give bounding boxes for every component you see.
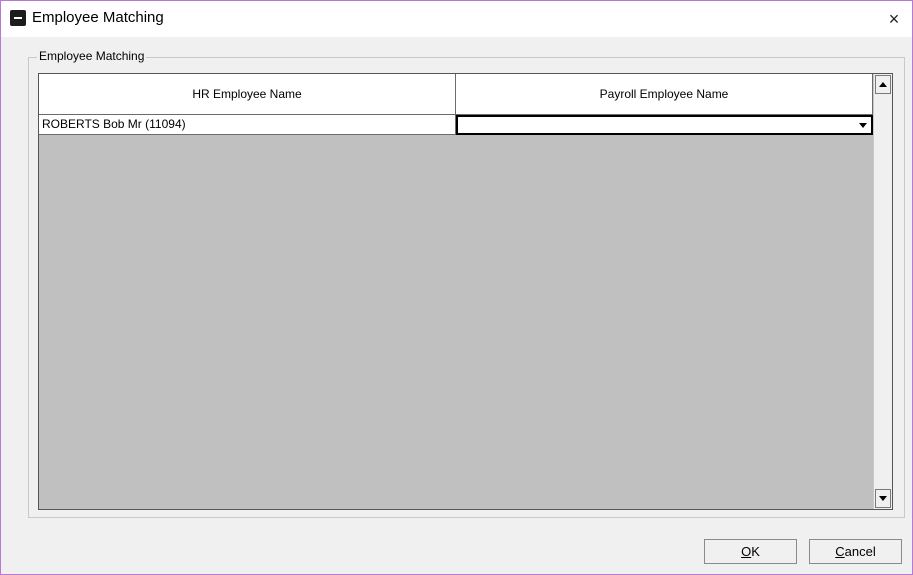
title-bar[interactable]: Employee Matching × [1, 1, 912, 37]
ok-mnemonic: O [741, 544, 752, 559]
column-header-hr-employee-name[interactable]: HR Employee Name [39, 74, 456, 115]
scroll-down-arrow-icon[interactable] [875, 489, 891, 508]
ok-button[interactable]: OK [704, 539, 797, 564]
cancel-label-rest: ancel [844, 544, 876, 559]
hr-employee-cell[interactable]: ROBERTS Bob Mr (11094) [39, 115, 456, 135]
group-label: Employee Matching [37, 49, 147, 63]
ok-label-rest: K [751, 544, 760, 559]
dialog-window: Employee Matching × Employee Matching HR… [0, 0, 913, 575]
chevron-down-icon[interactable] [857, 119, 869, 131]
payroll-employee-dropdown[interactable] [456, 115, 873, 135]
column-header-payroll-employee-name[interactable]: Payroll Employee Name [456, 74, 873, 115]
window-title: Employee Matching [32, 9, 164, 26]
employee-matching-grid: HR Employee Name Payroll Employee Name R… [38, 73, 893, 510]
close-button[interactable]: × [876, 1, 912, 37]
app-logo-icon [10, 10, 26, 26]
cancel-button[interactable]: Cancel [809, 539, 902, 564]
vertical-scrollbar[interactable] [873, 74, 892, 509]
scroll-up-arrow-icon[interactable] [875, 75, 891, 94]
cancel-mnemonic: C [835, 544, 845, 559]
